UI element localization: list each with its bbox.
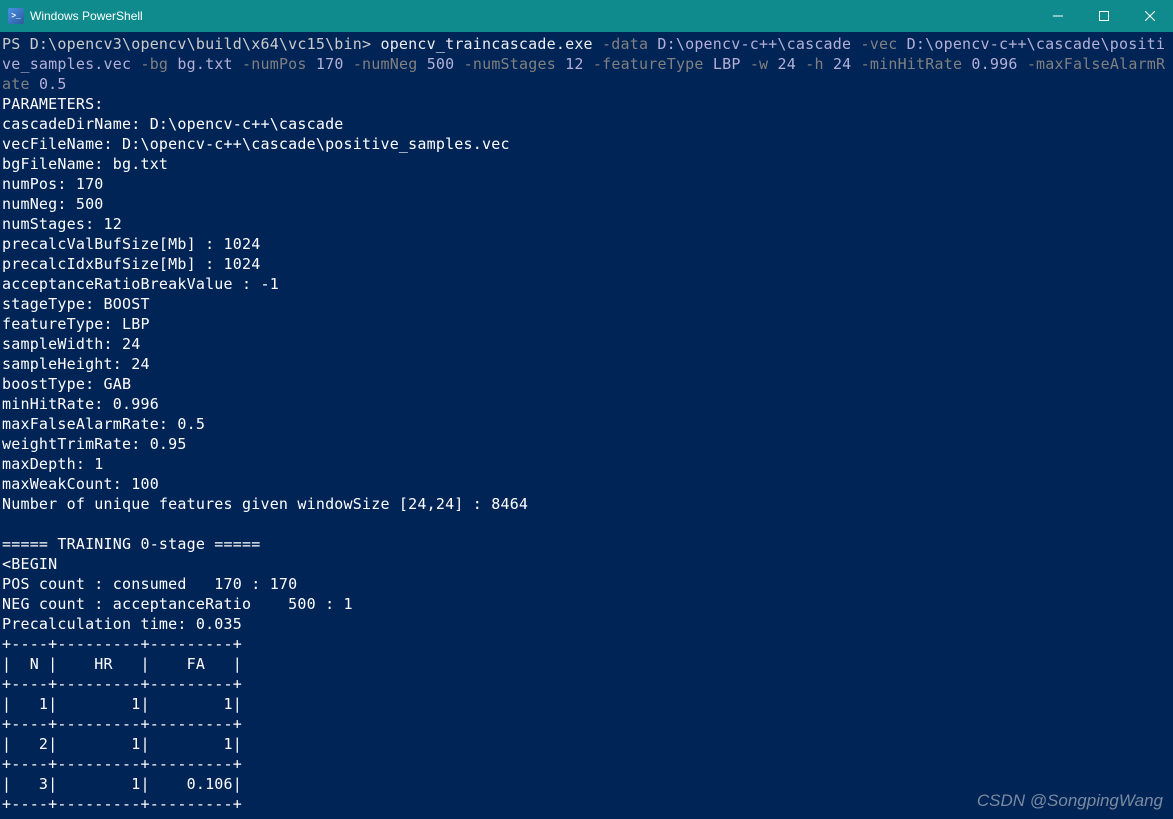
output-line: maxWeakCount: 100 bbox=[2, 475, 159, 493]
arg-flag: -data bbox=[602, 35, 648, 53]
table-header: | N | HR | FA | bbox=[2, 655, 242, 673]
output-line: numNeg: 500 bbox=[2, 195, 104, 213]
output-line: minHitRate: 0.996 bbox=[2, 395, 159, 413]
output-line: vecFileName: D:\opencv-c++\cascade\posit… bbox=[2, 135, 510, 153]
output-line: PARAMETERS: bbox=[2, 95, 104, 113]
powershell-icon: >_ bbox=[8, 8, 24, 24]
arg-flag: -bg bbox=[140, 55, 168, 73]
arg-value: D:\opencv-c++\cascade bbox=[657, 35, 851, 53]
table-row: | 2| 1| 1| bbox=[2, 735, 242, 753]
arg-value: 12 bbox=[565, 55, 583, 73]
output-line: featureType: LBP bbox=[2, 315, 150, 333]
prompt-path: PS D:\opencv3\opencv\build\x64\vc15\bin> bbox=[2, 35, 371, 53]
close-button[interactable] bbox=[1127, 0, 1173, 32]
minimize-button[interactable] bbox=[1035, 0, 1081, 32]
table-separator: +----+---------+---------+ bbox=[2, 755, 242, 773]
arg-flag: -minHitRate bbox=[861, 55, 963, 73]
arg-value: 170 bbox=[316, 55, 344, 73]
output-line: sampleHeight: 24 bbox=[2, 355, 150, 373]
arg-flag: -numPos bbox=[242, 55, 307, 73]
table-separator: +----+---------+---------+ bbox=[2, 635, 242, 653]
output-line: Number of unique features given windowSi… bbox=[2, 495, 528, 513]
arg-value: 24 bbox=[778, 55, 796, 73]
output-line: ===== TRAINING 0-stage ===== bbox=[2, 535, 260, 553]
arg-flag: -numNeg bbox=[353, 55, 418, 73]
command-name: opencv_traincascade.exe bbox=[380, 35, 592, 53]
arg-value: 0.996 bbox=[971, 55, 1017, 73]
arg-flag: -featureType bbox=[593, 55, 704, 73]
output-line: Precalculation time: 0.035 bbox=[2, 615, 242, 633]
table-separator: +----+---------+---------+ bbox=[2, 675, 242, 693]
arg-value: 0.5 bbox=[39, 75, 67, 93]
output-line: weightTrimRate: 0.95 bbox=[2, 435, 187, 453]
output-line: numStages: 12 bbox=[2, 215, 122, 233]
output-line: <BEGIN bbox=[2, 555, 57, 573]
arg-flag: -vec bbox=[861, 35, 898, 53]
maximize-button[interactable] bbox=[1081, 0, 1127, 32]
output-line: maxFalseAlarmRate: 0.5 bbox=[2, 415, 205, 433]
arg-value: 500 bbox=[427, 55, 455, 73]
output-line: bgFileName: bg.txt bbox=[2, 155, 168, 173]
output-line: NEG count : acceptanceRatio 500 : 1 bbox=[2, 595, 353, 613]
output-line: precalcIdxBufSize[Mb] : 1024 bbox=[2, 255, 260, 273]
output-line: acceptanceRatioBreakValue : -1 bbox=[2, 275, 279, 293]
titlebar-left: >_ Windows PowerShell bbox=[8, 8, 143, 24]
arg-value: bg.txt bbox=[177, 55, 232, 73]
terminal-output[interactable]: PS D:\opencv3\opencv\build\x64\vc15\bin>… bbox=[0, 32, 1173, 816]
arg-flag: -numStages bbox=[464, 55, 556, 73]
table-row: | 3| 1| 0.106| bbox=[2, 775, 242, 793]
output-line: stageType: BOOST bbox=[2, 295, 150, 313]
arg-flag: -w bbox=[750, 55, 768, 73]
window-title: Windows PowerShell bbox=[30, 9, 143, 23]
window-controls bbox=[1035, 0, 1173, 32]
arg-flag: -h bbox=[805, 55, 823, 73]
titlebar: >_ Windows PowerShell bbox=[0, 0, 1173, 32]
output-line: numPos: 170 bbox=[2, 175, 104, 193]
arg-value: 24 bbox=[833, 55, 851, 73]
output-line: precalcValBufSize[Mb] : 1024 bbox=[2, 235, 260, 253]
output-line: boostType: GAB bbox=[2, 375, 131, 393]
table-row: | 1| 1| 1| bbox=[2, 695, 242, 713]
output-line: POS count : consumed 170 : 170 bbox=[2, 575, 297, 593]
output-line: maxDepth: 1 bbox=[2, 455, 104, 473]
arg-value: LBP bbox=[713, 55, 741, 73]
output-line: cascadeDirName: D:\opencv-c++\cascade bbox=[2, 115, 344, 133]
table-separator: +----+---------+---------+ bbox=[2, 795, 242, 813]
output-line: sampleWidth: 24 bbox=[2, 335, 140, 353]
table-separator: +----+---------+---------+ bbox=[2, 715, 242, 733]
